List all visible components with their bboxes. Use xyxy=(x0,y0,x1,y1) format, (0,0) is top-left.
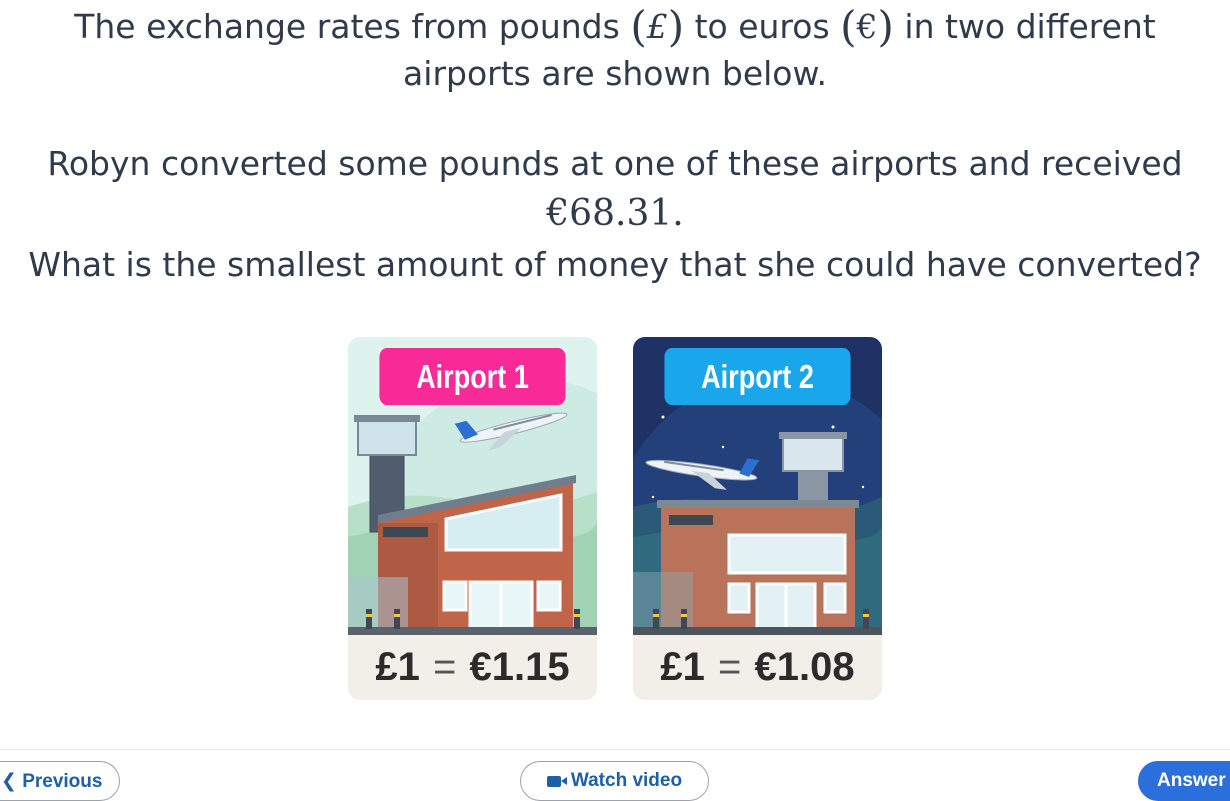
question-text: The exchange rates from pounds xyxy=(74,7,631,46)
airport-2-label: Airport 2 xyxy=(664,348,851,405)
amount-received: €68.31. xyxy=(546,193,684,234)
question-line-1: The exchange rates from pounds (£) to eu… xyxy=(0,2,1230,51)
rate-right: €1.08 xyxy=(754,645,855,689)
rate-left: £1 xyxy=(660,645,705,689)
footer-divider xyxy=(0,749,1230,750)
previous-button[interactable]: ❮ Previous xyxy=(0,761,120,801)
video-camera-icon xyxy=(546,776,567,787)
airport-1-card: Airport 1 £1 = €1.15 xyxy=(348,337,597,700)
question-line-2: airports are shown below. xyxy=(403,54,827,93)
pound-symbol-math: (£) xyxy=(630,2,685,51)
question-text: in two different xyxy=(893,7,1156,46)
chevron-left-icon: ❮ xyxy=(1,771,17,792)
watch-video-button[interactable]: Watch video xyxy=(520,761,709,801)
question-line-5: What is the smallest amount of money tha… xyxy=(28,245,1202,284)
question-line-3: Robyn converted some pounds at one of th… xyxy=(47,144,1183,183)
airport-1-label: Airport 1 xyxy=(379,348,566,405)
airport-2-exchange-rate: £1 = €1.08 xyxy=(633,635,882,700)
rate-equals: = xyxy=(718,645,742,689)
question-text: to euros xyxy=(684,7,841,46)
rate-right: €1.15 xyxy=(469,645,570,689)
euro-symbol-math: (€) xyxy=(840,2,894,51)
airport-1-exchange-rate: £1 = €1.15 xyxy=(348,635,597,700)
airport-2-card: Airport 2 £1 = €1.08 xyxy=(633,337,882,700)
previous-label: Previous xyxy=(22,771,103,792)
rate-equals: = xyxy=(433,645,457,689)
rate-left: £1 xyxy=(375,645,420,689)
answer-button[interactable]: Answer xyxy=(1138,761,1230,801)
